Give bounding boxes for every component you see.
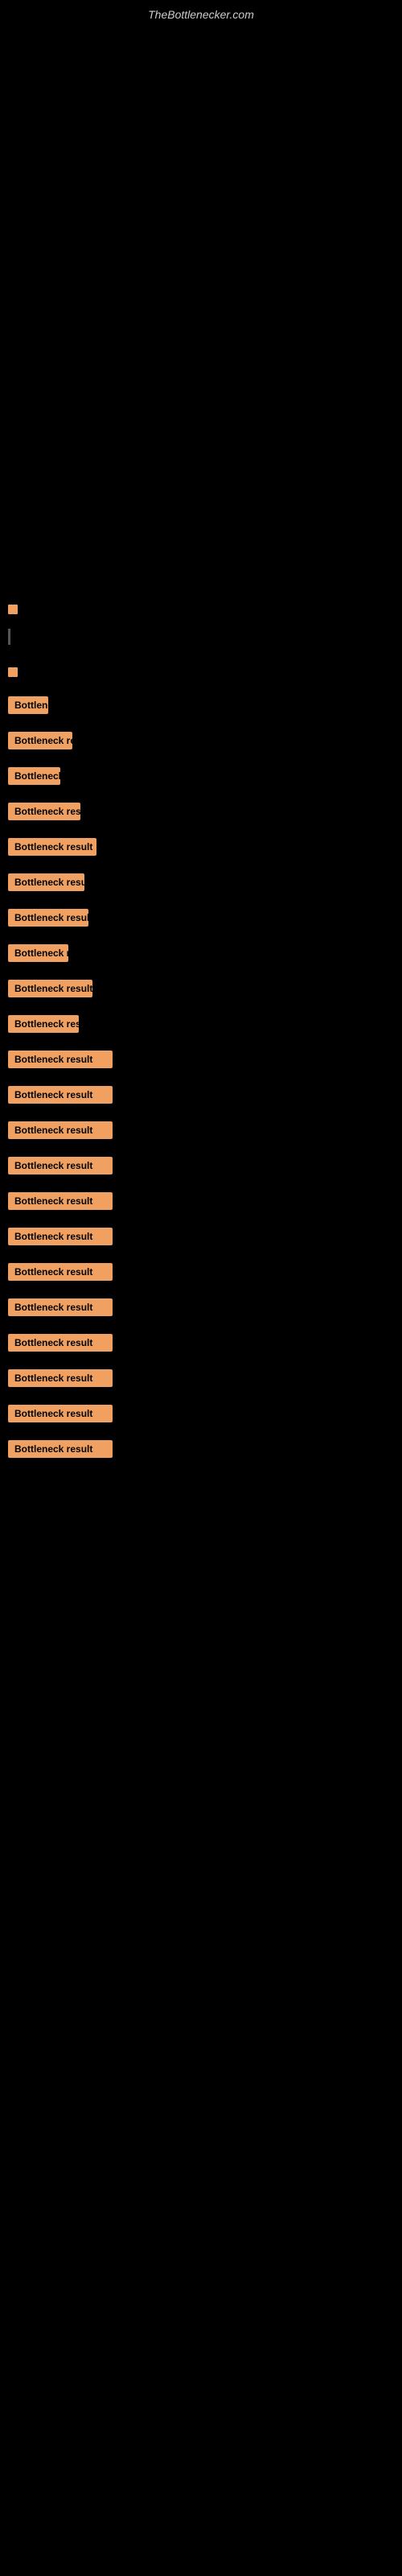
- results-section: Bottleneck result Bottleneck result Bott…: [0, 588, 402, 1477]
- bottleneck-result-badge-16: Bottleneck result: [8, 1228, 113, 1245]
- result-item-22: Bottleneck result: [8, 1440, 394, 1458]
- bottleneck-result-badge-4: Bottleneck result: [8, 803, 80, 820]
- orange-dot-icon-1: [8, 605, 18, 614]
- bottleneck-result-badge-21: Bottleneck result: [8, 1405, 113, 1422]
- bottleneck-result-badge-22: Bottleneck result: [8, 1440, 113, 1458]
- bottleneck-result-badge-9: Bottleneck result: [8, 980, 92, 997]
- bottleneck-result-badge-5: Bottleneck result: [8, 838, 96, 856]
- bottleneck-result-badge-20: Bottleneck result: [8, 1369, 113, 1387]
- bottleneck-result-badge-11: Bottleneck result: [8, 1051, 113, 1068]
- bottleneck-result-badge-13: Bottleneck result: [8, 1121, 113, 1139]
- bottleneck-result-badge-15: Bottleneck result: [8, 1192, 113, 1210]
- result-item-11: Bottleneck result: [8, 1051, 394, 1068]
- result-item-9: Bottleneck result: [8, 980, 394, 997]
- bottleneck-result-badge-2: Bottleneck result: [8, 732, 72, 749]
- result-item-3: Bottleneck result: [8, 767, 394, 785]
- vertical-bar-icon: [8, 629, 10, 645]
- bottleneck-result-badge-3: Bottleneck result: [8, 767, 60, 785]
- bottleneck-result-badge-10: Bottleneck result: [8, 1015, 79, 1033]
- bottleneck-result-badge-7: Bottleneck result: [8, 909, 88, 927]
- result-item-17: Bottleneck result: [8, 1263, 394, 1281]
- result-item-7: Bottleneck result: [8, 909, 394, 927]
- result-item-18: Bottleneck result: [8, 1298, 394, 1316]
- result-item-1: Bottleneck result: [8, 696, 394, 714]
- indicator-row-1: [8, 605, 394, 614]
- result-item-6: Bottleneck result: [8, 873, 394, 891]
- bottleneck-result-badge-19: Bottleneck result: [8, 1334, 113, 1352]
- bottleneck-result-badge-8: Bottleneck result: [8, 944, 68, 962]
- bottleneck-result-badge-14: Bottleneck result: [8, 1157, 113, 1174]
- indicator-row-3: [8, 667, 394, 677]
- result-item-5: Bottleneck result: [8, 838, 394, 856]
- result-item-21: Bottleneck result: [8, 1405, 394, 1422]
- result-item-8: Bottleneck result: [8, 944, 394, 962]
- result-item-15: Bottleneck result: [8, 1192, 394, 1210]
- result-item-4: Bottleneck result: [8, 803, 394, 820]
- result-item-20: Bottleneck result: [8, 1369, 394, 1387]
- result-item-13: Bottleneck result: [8, 1121, 394, 1139]
- site-title: TheBottlenecker.com: [0, 0, 402, 25]
- bottleneck-result-badge-18: Bottleneck result: [8, 1298, 113, 1316]
- result-item-14: Bottleneck result: [8, 1157, 394, 1174]
- black-background-section: [0, 25, 402, 588]
- result-item-2: Bottleneck result: [8, 732, 394, 749]
- indicator-row-2: [8, 629, 394, 645]
- bottleneck-result-badge-1: Bottleneck result: [8, 696, 48, 714]
- bottleneck-result-badge-17: Bottleneck result: [8, 1263, 113, 1281]
- result-item-10: Bottleneck result: [8, 1015, 394, 1033]
- bottleneck-result-badge-6: Bottleneck result: [8, 873, 84, 891]
- result-item-16: Bottleneck result: [8, 1228, 394, 1245]
- orange-dot-icon-2: [8, 667, 18, 677]
- bottleneck-result-badge-12: Bottleneck result: [8, 1086, 113, 1104]
- result-item-19: Bottleneck result: [8, 1334, 394, 1352]
- result-item-12: Bottleneck result: [8, 1086, 394, 1104]
